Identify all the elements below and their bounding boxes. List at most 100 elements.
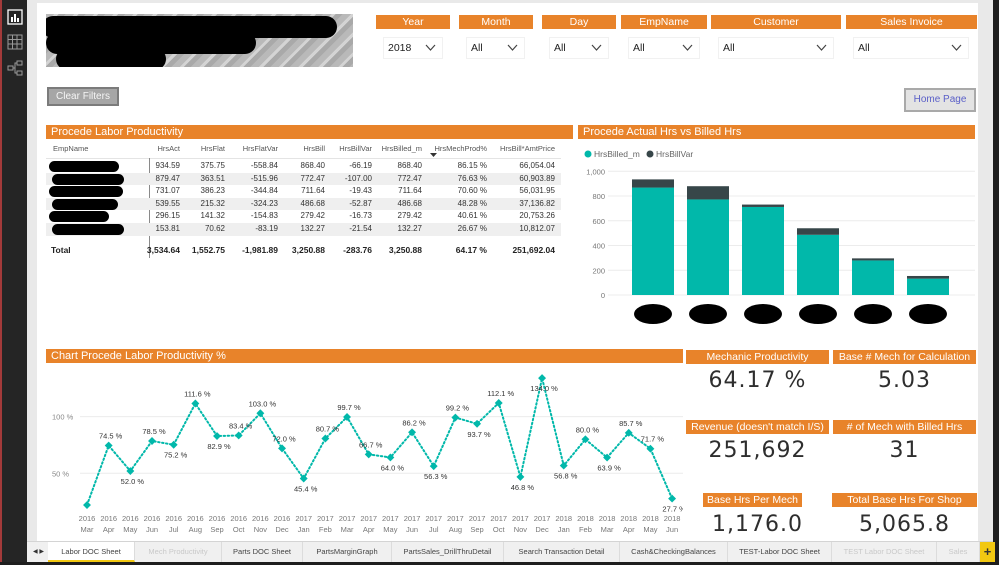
data-point[interactable] — [429, 462, 438, 471]
slicer-year-dropdown[interactable]: 2018 — [383, 37, 443, 59]
redacted-category-label — [909, 304, 947, 324]
table-cell: 56,031.95 — [519, 186, 555, 196]
bar-hrs-billed[interactable] — [907, 278, 949, 295]
data-point[interactable] — [169, 440, 178, 449]
kpi-value: 31 — [889, 438, 920, 463]
data-label: 82.9 % — [207, 442, 231, 451]
tab-labor-doc-sheet[interactable]: Labor DOC Sheet — [48, 542, 135, 562]
data-label: 78.5 % — [142, 427, 166, 436]
x-tick-month: May — [643, 525, 657, 534]
bar-hrs-billed[interactable] — [742, 206, 784, 295]
tab-search-transaction-detail[interactable]: Search Transaction Detail — [504, 542, 620, 562]
tab-parts-doc-sheet[interactable]: Parts DOC Sheet — [222, 542, 303, 562]
data-point[interactable] — [538, 374, 547, 383]
data-point[interactable] — [364, 450, 373, 459]
x-tick-month: Nov — [514, 525, 528, 534]
tab-scroll-arrows[interactable]: ◀ ▶ — [29, 542, 48, 562]
x-tick-month: Apr — [363, 525, 375, 534]
table-row[interactable]: 539.55 215.32 -324.23 486.68 -52.87 486.68 48.… — [46, 197, 561, 211]
legend-label[interactable]: HrsBilled_m — [594, 149, 640, 159]
slicer-month-dropdown[interactable]: All — [466, 37, 525, 59]
legend-marker — [646, 150, 654, 158]
column-header[interactable]: HrsBill*AmtPrice — [485, 141, 555, 157]
x-tick-month: Apr — [103, 525, 115, 534]
tab-parts-margin-graph[interactable]: PartsMarginGraph — [303, 542, 392, 562]
data-point[interactable] — [83, 501, 91, 509]
data-point[interactable] — [451, 413, 460, 422]
tab-cash-checking-balances[interactable]: Cash&CheckingBalances — [620, 542, 728, 562]
bar-hrs-billed[interactable] — [852, 260, 894, 295]
y-tick-label: 0 — [601, 291, 605, 300]
table-row[interactable]: 934.59 375.75 -558.84 868.40 -66.19 868.40 86.… — [46, 160, 561, 173]
bar-hrs-billed[interactable] — [632, 187, 674, 295]
slicer-sales-invoice-dropdown[interactable]: All — [853, 37, 969, 59]
kpi-value: 251,692 — [708, 438, 807, 463]
model-view-icon[interactable] — [7, 60, 23, 76]
report-view-icon[interactable] — [7, 9, 23, 25]
kpi-title: Total Base Hrs For Shop — [832, 493, 977, 507]
data-label: 83.4 % — [229, 421, 253, 430]
x-tick-month: Mar — [341, 525, 354, 534]
bar-hrs-bill-var[interactable] — [632, 179, 674, 188]
table-cell: 66,054.04 — [519, 161, 555, 170]
slicer-year-value: 2018 — [388, 42, 412, 54]
slicer-empname-dropdown[interactable]: All — [628, 37, 700, 59]
tab-parts-sales-drill-thru-detail[interactable]: PartsSales_DrillThruDetail — [392, 542, 504, 562]
data-point[interactable] — [191, 399, 200, 408]
data-label: 93.7 % — [467, 430, 491, 439]
data-label: 71.7 % — [641, 435, 665, 444]
slicer-day-dropdown[interactable]: All — [549, 37, 609, 59]
tab-mech-productivity[interactable]: Mech Productivity — [135, 542, 222, 562]
kpi-value: 5,065.8 — [859, 512, 950, 537]
x-tick-year: 2016 — [165, 514, 182, 523]
line-chart-title: Chart Procede Labor Productivity % — [46, 349, 683, 363]
x-tick-year: 2016 — [122, 514, 139, 523]
actual-vs-billed-bar-chart: HrsBilled_m HrsBillVar 0 200 400 600 800 1,000 — [584, 149, 975, 324]
x-tick-year: 2016 — [79, 514, 96, 523]
slicer-day-value: All — [554, 42, 566, 54]
table-row[interactable]: 153.81 70.62 -83.19 132.27 -21.54 132.27 26.67… — [46, 223, 561, 236]
x-tick-month: Sep — [210, 525, 223, 534]
bar-hrs-bill-var[interactable] — [797, 228, 839, 235]
chevron-down-icon — [591, 44, 602, 51]
y-tick-label: 800 — [592, 192, 605, 201]
home-page-button[interactable]: Home Page — [904, 88, 976, 112]
bar-hrs-bill-var[interactable] — [687, 186, 729, 200]
tab-test-labor-doc-sheet[interactable]: TEST-Labor DOC Sheet — [728, 542, 832, 562]
x-tick-month: May — [383, 525, 397, 534]
data-label: 80.7 % — [316, 425, 340, 434]
column-header[interactable]: HrsMechProd% — [417, 141, 487, 157]
bar-hrs-bill-var[interactable] — [852, 258, 894, 261]
slicer-customer-dropdown[interactable]: All — [718, 37, 834, 59]
x-tick-year: 2017 — [295, 514, 312, 523]
x-tick-month: Mar — [81, 525, 94, 534]
x-tick-month: Jul — [429, 525, 439, 534]
data-point[interactable] — [668, 494, 677, 503]
add-page-button[interactable]: + — [980, 542, 995, 562]
data-point[interactable] — [408, 428, 417, 437]
legend-label[interactable]: HrsBillVar — [656, 149, 693, 159]
data-point[interactable] — [516, 472, 525, 481]
table-row[interactable]: 731.07 386.23 -344.84 711.64 -19.43 711.64 70.… — [46, 185, 561, 198]
table-row[interactable]: 296.15 141.32 -154.83 279.42 -16.73 279.42 40.… — [46, 210, 561, 223]
data-label: 134.0 % — [530, 384, 558, 393]
bar-hrs-bill-var[interactable] — [907, 275, 949, 279]
slicer-year-title: Year — [376, 15, 450, 29]
data-label: 85.7 % — [619, 419, 643, 428]
table-total-row: Total 3,534.64 1,552.75 -1,981.89 3,250.88 -2… — [46, 243, 561, 257]
data-label: 99.2 % — [446, 404, 470, 413]
table-cell: 868.40 — [397, 161, 422, 170]
data-view-icon[interactable] — [7, 34, 23, 50]
clear-filters-button[interactable]: Clear Filters — [47, 87, 119, 106]
redacted-category-label — [634, 304, 672, 324]
bar-hrs-bill-var[interactable] — [742, 204, 784, 207]
bar-hrs-billed[interactable] — [687, 199, 729, 295]
table-row[interactable]: 879.47 363.51 -515.96 772.47 -107.00 772.47 76… — [46, 172, 561, 186]
tab-test-labor-doc-sheet-hidden[interactable]: TEST Labor DOC Sheet — [832, 542, 937, 562]
total-cell: 64.17 % — [455, 245, 487, 255]
data-point[interactable] — [473, 419, 482, 428]
tab-sales[interactable]: Sales — [937, 542, 980, 562]
bar-hrs-billed[interactable] — [797, 234, 839, 295]
total-cell: 251,692.04 — [512, 245, 555, 255]
column-header[interactable]: HrsBilled_m — [352, 141, 422, 157]
